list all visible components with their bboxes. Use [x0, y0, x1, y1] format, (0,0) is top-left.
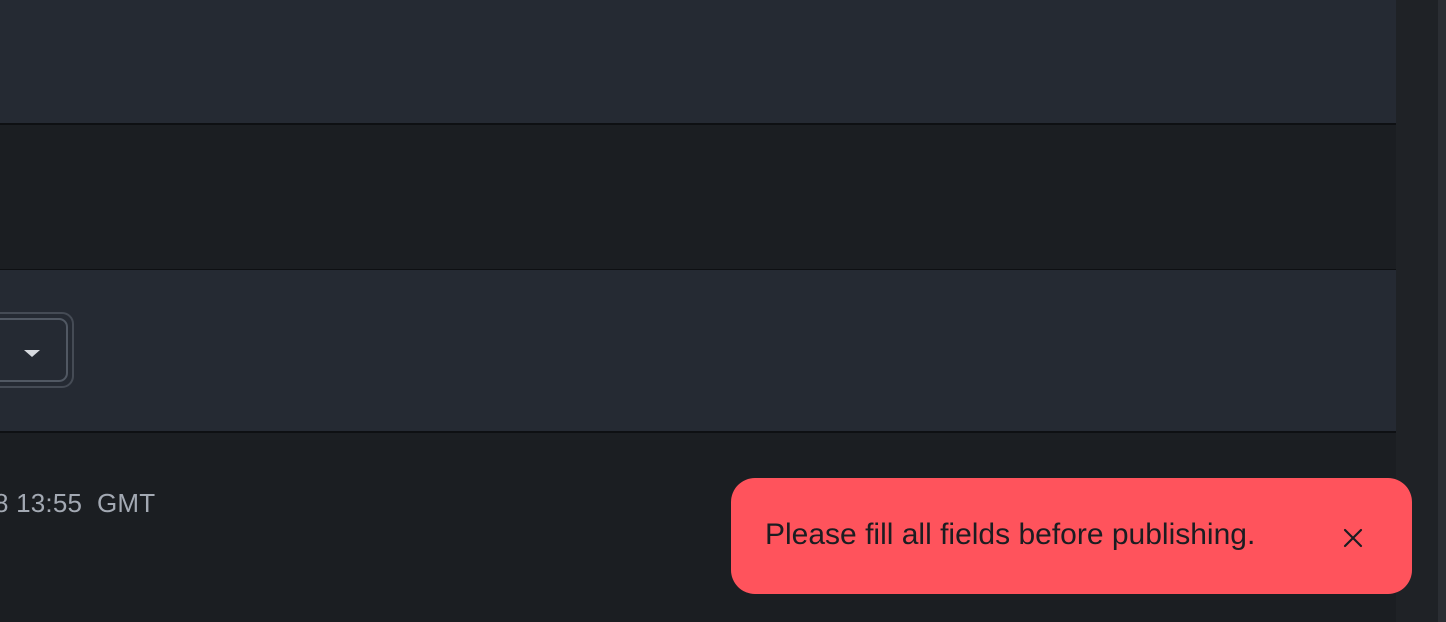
error-toast: Please fill all fields before publishing…	[731, 478, 1412, 594]
caret-down-icon[interactable]	[24, 350, 40, 357]
window-edge	[1438, 0, 1446, 622]
dropdown-select-inner	[0, 318, 68, 382]
dropdown-select[interactable]	[0, 312, 74, 388]
page: 8 13:55 GMT Please fill all fields befor…	[0, 0, 1446, 622]
close-icon[interactable]	[1335, 520, 1371, 556]
timestamp-text: 8 13:55 GMT	[0, 488, 156, 518]
form-section-select	[0, 269, 1396, 433]
form-section-top	[0, 0, 1396, 125]
toast-message: Please fill all fields before publishing…	[765, 518, 1256, 551]
